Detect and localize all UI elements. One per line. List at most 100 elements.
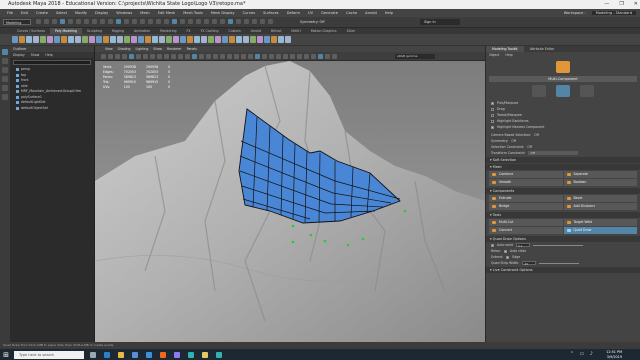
statusline-tool-icon[interactable] — [108, 19, 113, 24]
shelf-tool-icon[interactable] — [110, 36, 116, 43]
statusline-tool-icon[interactable] — [188, 19, 193, 24]
menu-mesh-display[interactable]: Mesh Display — [207, 11, 239, 15]
shelf-tool-icon[interactable] — [89, 36, 95, 43]
viewport-toolbar-icon[interactable] — [101, 54, 106, 59]
outliner-menu-help[interactable]: Help — [45, 52, 52, 58]
menu-cache[interactable]: Cache — [342, 11, 361, 15]
shelf-tool-icon[interactable] — [271, 36, 277, 43]
shelf-tool-icon[interactable] — [68, 36, 74, 43]
viewport-toolbar-icon[interactable] — [283, 54, 288, 59]
shelf-tool-icon[interactable] — [236, 36, 242, 43]
shelf-tool-icon[interactable] — [40, 36, 46, 43]
viewport-toolbar-icon[interactable] — [318, 54, 323, 59]
shelf-tool-icon[interactable] — [61, 36, 67, 43]
shelf-tool-icon[interactable] — [166, 36, 172, 43]
menu-create[interactable]: Create — [32, 11, 52, 15]
maya-icon[interactable] — [186, 349, 196, 360]
statusline-tool-icon[interactable] — [100, 19, 105, 24]
menu-file[interactable]: File — [3, 11, 17, 15]
statusline-tool-icon[interactable] — [36, 19, 41, 24]
viewport-toolbar-icon[interactable] — [192, 54, 197, 59]
shelf-tool-icon[interactable] — [54, 36, 60, 43]
shelf-tool-icon[interactable] — [243, 36, 249, 43]
viewport-toolbar-icon[interactable] — [213, 54, 218, 59]
multi-component-button[interactable]: Multi-Component — [489, 76, 637, 82]
menu-help[interactable]: Help — [381, 11, 397, 15]
statusline-tool-icon[interactable] — [220, 19, 225, 24]
shelf-tool-icon[interactable] — [82, 36, 88, 43]
windows-start-icon[interactable]: ⊞ — [0, 349, 12, 360]
statusline-tool-icon[interactable] — [268, 19, 273, 24]
extend-edge-radio[interactable] — [506, 255, 510, 259]
statusline-tool-icon[interactable] — [84, 19, 89, 24]
shelf-tool-icon[interactable] — [194, 36, 200, 43]
menu-select[interactable]: Select — [52, 11, 71, 15]
statusline-tool-icon[interactable] — [164, 19, 169, 24]
shelf-tool-icon[interactable] — [96, 36, 102, 43]
shelf-tool-icon[interactable] — [222, 36, 228, 43]
viewport-toolbar-icon[interactable] — [164, 54, 169, 59]
strip-slider[interactable] — [539, 262, 580, 264]
statusline-tool-icon[interactable] — [236, 19, 241, 24]
viewport-toolbar-icon[interactable] — [157, 54, 162, 59]
system-tray[interactable]: ⌃ ▭ ♪ — [570, 351, 595, 357]
auto-weld-field[interactable]: 0.1 — [515, 243, 530, 248]
menu-generate[interactable]: Generate — [317, 11, 342, 15]
boolean-button[interactable]: Boolean — [563, 179, 637, 186]
add-divisions-button[interactable]: Add Divisions — [563, 203, 637, 210]
shelf-tool-icon[interactable] — [26, 36, 32, 43]
paint-select-icon[interactable] — [2, 67, 8, 73]
statusline-tool-icon[interactable] — [124, 19, 129, 24]
shelf-tool-icon[interactable] — [215, 36, 221, 43]
edge-icon[interactable] — [102, 349, 112, 360]
move-tool-icon[interactable] — [2, 76, 8, 82]
transform-constraint-option[interactable]: Transform Constraint: Off — [486, 150, 640, 156]
outliner-menu-display[interactable]: Display — [13, 52, 25, 58]
close-button[interactable]: ✕ — [634, 0, 638, 9]
option-checkbox[interactable] — [491, 101, 494, 105]
bridge-button[interactable]: Bridge — [489, 203, 563, 210]
shelf-tool-icon[interactable] — [278, 36, 284, 43]
option-checkbox[interactable] — [491, 107, 494, 111]
shelf-tool-icon[interactable] — [229, 36, 235, 43]
shelf-tool-icon[interactable] — [264, 36, 270, 43]
statusline-tool-icon[interactable] — [76, 19, 81, 24]
strip-field[interactable]: 20 — [522, 261, 537, 266]
viewport-toolbar-icon[interactable] — [108, 54, 113, 59]
statusline-tool-icon[interactable] — [204, 19, 209, 24]
viewport-toolbar-icon[interactable] — [129, 54, 134, 59]
shelf-tool-icon[interactable] — [33, 36, 39, 43]
workspace-selector[interactable]: Workspace : Modeling - Standard — [560, 11, 640, 15]
viewport-toolbar-icon[interactable] — [178, 54, 183, 59]
shelf-tool-icon[interactable] — [250, 36, 256, 43]
houdini-icon[interactable] — [158, 349, 168, 360]
option-checkbox[interactable] — [491, 125, 494, 129]
menu-edit[interactable]: Edit — [17, 11, 32, 15]
menu-surfaces[interactable]: Surfaces — [259, 11, 283, 15]
option-checkbox[interactable] — [491, 113, 494, 117]
live-constraint-section[interactable]: Live Constraint Options — [486, 267, 640, 273]
viewport-toolbar-icon[interactable] — [185, 54, 190, 59]
statusline-tool-icon[interactable] — [244, 19, 249, 24]
shelf-tool-icon[interactable] — [19, 36, 25, 43]
store-icon[interactable] — [130, 349, 140, 360]
color-management-dropdown[interactable]: sRGB gamma — [395, 54, 435, 59]
quad-strip-width-option[interactable]: Quad Strip Width: 20 — [486, 260, 640, 266]
option-checkbox[interactable] — [491, 119, 494, 123]
multi-cut-button[interactable]: Multi-Cut — [489, 219, 563, 226]
soft-selection-section[interactable]: Soft Selection — [486, 157, 640, 163]
task-view-icon[interactable] — [88, 349, 98, 360]
shelf-tool-icon[interactable] — [117, 36, 123, 43]
shelf-tool-icon[interactable] — [285, 36, 291, 43]
shelf-tool-icon[interactable] — [173, 36, 179, 43]
statusline-tool-icon[interactable] — [156, 19, 161, 24]
shelf-tool-icon[interactable] — [159, 36, 165, 43]
rotate-tool-icon[interactable] — [2, 85, 8, 91]
shelf-tool-icon[interactable] — [145, 36, 151, 43]
statusline-tool-icon[interactable] — [212, 19, 217, 24]
viewport-toolbar-icon[interactable] — [269, 54, 274, 59]
statusline-tool-icon[interactable] — [148, 19, 153, 24]
shelf-tool-icon[interactable] — [131, 36, 137, 43]
transform-constraint-value[interactable]: Off — [528, 151, 579, 155]
shelf-tool-icon[interactable] — [75, 36, 81, 43]
